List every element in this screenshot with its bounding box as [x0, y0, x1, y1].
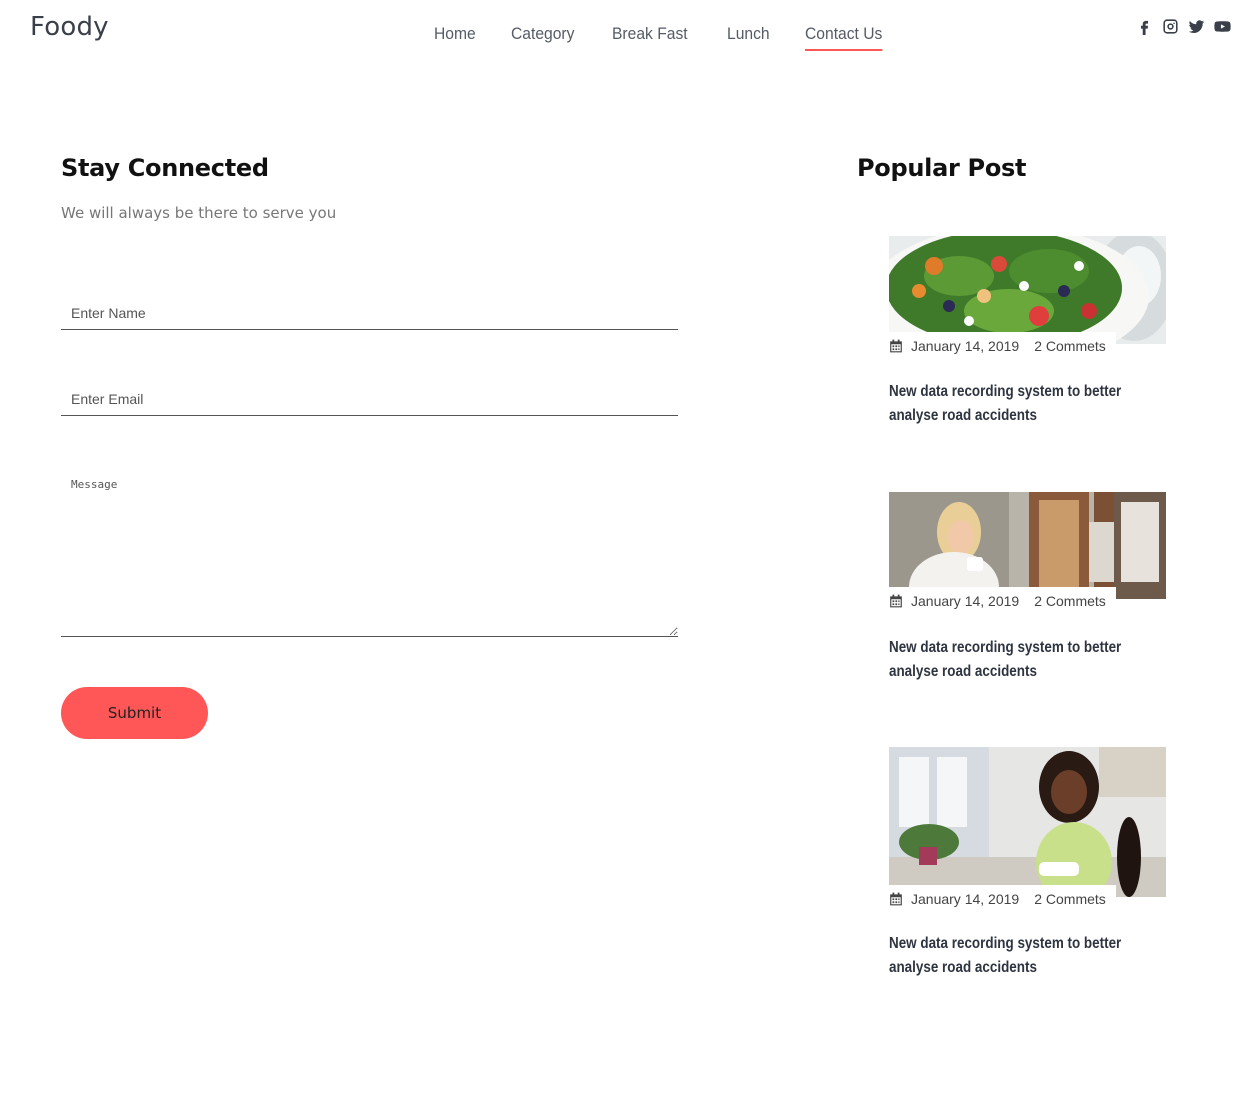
post-comments[interactable]: 2 Commets [1034, 891, 1106, 907]
submit-button[interactable]: Submit [61, 687, 208, 739]
post-title[interactable]: New data recording system to better anal… [889, 380, 1166, 428]
post-comments[interactable]: 2 Commets [1034, 593, 1106, 609]
youtube-icon[interactable] [1213, 17, 1232, 36]
post-meta: January 14, 2019 2 Commets [889, 885, 1116, 911]
social-links [1135, 17, 1232, 36]
calendar-icon [890, 594, 902, 608]
contact-section: Stay Connected We will always be there t… [61, 154, 678, 739]
brand-logo[interactable]: Foody [30, 12, 109, 42]
calendar-icon [890, 339, 902, 353]
post-meta: January 14, 2019 2 Commets [889, 332, 1116, 358]
contact-subtitle: We will always be there to serve you [61, 204, 337, 222]
nav-home[interactable]: Home [434, 24, 476, 51]
nav-contact-us[interactable]: Contact Us [804, 24, 883, 51]
post-title[interactable]: New data recording system to better anal… [889, 932, 1166, 980]
post-date: January 14, 2019 [911, 891, 1020, 907]
post-card: January 14, 2019 2 Commets New data reco… [889, 492, 1166, 684]
nav-category[interactable]: Category [511, 24, 574, 51]
post-date: January 14, 2019 [911, 593, 1020, 609]
post-card: January 14, 2019 2 Commets New data reco… [889, 747, 1166, 980]
twitter-icon[interactable] [1187, 17, 1206, 36]
post-image-kitchen[interactable] [889, 747, 1166, 897]
nav-break-fast[interactable]: Break Fast [612, 24, 688, 51]
email-field[interactable] [61, 382, 678, 416]
post-meta: January 14, 2019 2 Commets [889, 587, 1116, 613]
contact-title: Stay Connected [61, 154, 269, 182]
popular-title: Popular Post [857, 154, 1027, 182]
message-field[interactable] [61, 470, 678, 637]
popular-posts: Popular Post January 14, 2019 2 Commets … [857, 154, 1177, 976]
instagram-icon[interactable] [1161, 17, 1180, 36]
post-image-salad[interactable] [889, 236, 1166, 344]
post-image-coffee[interactable] [889, 492, 1166, 599]
name-field[interactable] [61, 296, 678, 330]
calendar-icon [890, 892, 902, 906]
post-date: January 14, 2019 [911, 338, 1020, 354]
post-card: January 14, 2019 2 Commets New data reco… [889, 236, 1166, 428]
main-nav: Home Category Break Fast Lunch Contact U… [434, 24, 921, 51]
post-title[interactable]: New data recording system to better anal… [889, 636, 1166, 684]
post-comments[interactable]: 2 Commets [1034, 338, 1106, 354]
nav-lunch[interactable]: Lunch [727, 24, 770, 51]
facebook-icon[interactable] [1135, 17, 1154, 36]
